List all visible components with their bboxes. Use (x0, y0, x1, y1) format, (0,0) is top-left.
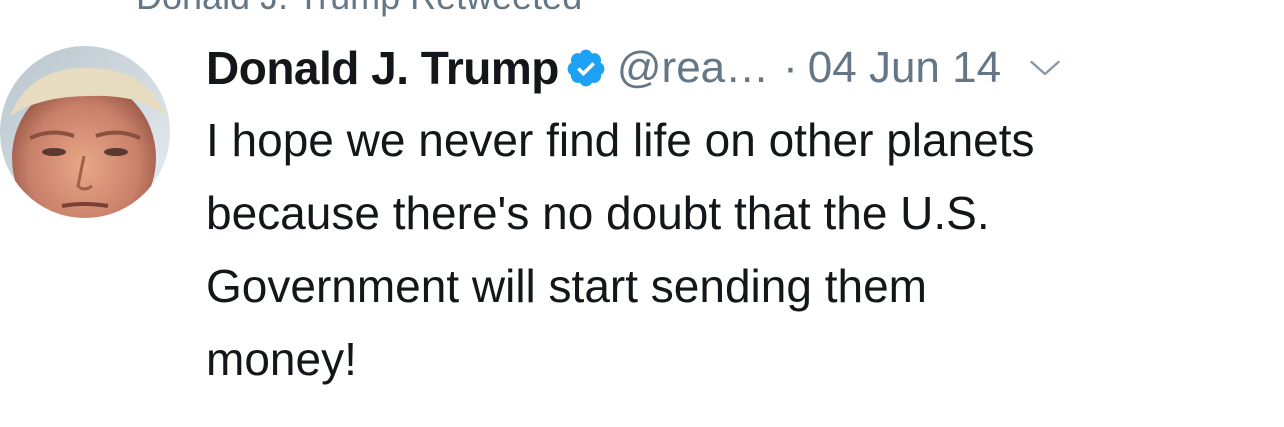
tweet-timestamp[interactable]: 04 Jun 14 (808, 43, 1001, 93)
tweet-text: I hope we never find life on other plane… (206, 114, 1035, 385)
chevron-down-icon[interactable] (1027, 50, 1063, 86)
tweet-header: Donald J. Trump @rea… · 04 Jun 14 (206, 38, 1063, 98)
display-name[interactable]: Donald J. Trump (206, 41, 559, 95)
verified-badge-icon (565, 47, 607, 89)
retweet-context: Donald J. Trump Retweeted (136, 0, 582, 18)
avatar-image (0, 46, 170, 218)
separator-dot: · (783, 43, 798, 92)
avatar[interactable] (0, 46, 170, 218)
author-handle[interactable]: @rea… (617, 43, 769, 93)
